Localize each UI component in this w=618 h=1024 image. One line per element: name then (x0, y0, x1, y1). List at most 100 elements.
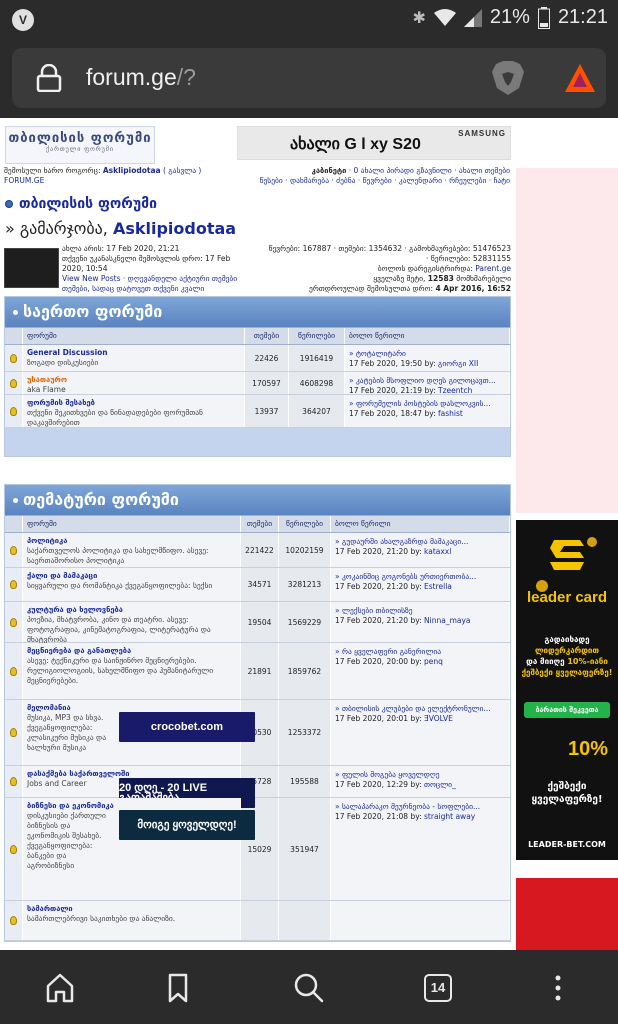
brave-shields-icon[interactable] (491, 60, 525, 96)
bookmark-icon[interactable] (160, 970, 196, 1006)
leader-card-logo-icon (536, 537, 597, 592)
red-ad[interactable] (516, 878, 618, 950)
last-post-cell: » ტოტალიტარი 17 Feb 2020, 19:50 by: გიორგ… (345, 345, 510, 371)
topics-count: 13937 (245, 395, 289, 427)
app-notification-icon: V (12, 9, 34, 31)
your-topics-link[interactable]: თემები, სადაც დატოვეთ თქვენი კვალი (62, 284, 252, 294)
last-post-link[interactable]: » სალაპარაკო მეურნეობა - სოფლები... (335, 802, 505, 812)
welcome-username[interactable]: Asklipiodotaa (113, 219, 236, 238)
section-header[interactable]: თემატური ფორუმი (5, 485, 510, 515)
forum-description: aka Flame (27, 385, 66, 394)
forum-name-link[interactable]: სამართალი (27, 904, 236, 914)
posts-count: 195588 (279, 766, 331, 797)
last-post-date: 17 Feb 2020, 19:50 by: (349, 359, 439, 368)
lock-icon[interactable] (36, 64, 62, 92)
forum-row[interactable]: ბიზნესი და ეკონომიკა დისკუსიები ქართული ბ… (5, 798, 510, 901)
avatar[interactable] (4, 248, 59, 288)
last-post-author[interactable]: გიორგი XII (438, 359, 478, 368)
last-post-link[interactable]: » კატების მსოფლიო დღეს გილოცავთ... (349, 376, 505, 386)
username-link[interactable]: Asklipiodotaa (103, 166, 161, 175)
last-member-label: ბოლოს დარეგისტრირდა: (377, 264, 476, 273)
order-card-button[interactable]: ბარათის შეკვეთა (524, 702, 610, 718)
ad-line2-yellow: 10%-იანი (567, 657, 608, 666)
last-post-author[interactable]: ƎVOLVE (424, 714, 453, 723)
last-post-link[interactable]: » ფორუმელის პოსტების დასლოკვის... (349, 399, 505, 409)
forum-name-link[interactable]: General Discussion (27, 348, 240, 358)
last-post-link[interactable]: » გუდაურში ახალგაზრდა მამაკაცი... (335, 537, 505, 547)
view-new-posts-link[interactable]: View New Posts (62, 274, 121, 283)
inline-ad-banner[interactable]: crocobet.com (119, 712, 255, 742)
topics-count: 170597 (245, 372, 289, 394)
online-count: 12583 (427, 274, 454, 283)
col-spacer (5, 516, 23, 532)
forum-name-link[interactable]: ფორუმის შესახებ (27, 398, 240, 408)
messages-link[interactable]: · 0 ახალი პირადი გზავნილი · ახალი თემები (346, 166, 510, 175)
posts-count (279, 901, 331, 940)
forum-title[interactable]: თბილისის ფორუმი (5, 196, 157, 212)
home-icon[interactable] (42, 970, 78, 1006)
last-post-link[interactable]: » ტოტალიტარი (349, 349, 505, 359)
nav-links[interactable]: წესები · დახმარება · ძებნა · წევრები · კ… (260, 176, 510, 186)
forum-name-link[interactable]: უსათაურო (27, 375, 240, 385)
forum-row[interactable]: პოლიტიკა საქართველოს პოლიტიკა და სახელმწი… (5, 533, 510, 568)
url-text[interactable]: forum.ge/? (86, 64, 196, 91)
forum-logo[interactable]: თბილისის ფორუმი ქართული ფორუმი (5, 126, 155, 164)
forum-row[interactable]: ფორუმის შესახებ თქვენი შეკითხვები და წინა… (5, 395, 510, 428)
last-post-author[interactable]: penq (424, 657, 443, 666)
cabinet-link[interactable]: კაბინეტი (312, 166, 347, 175)
forum-row[interactable]: კულტურა და ხელოვნება პოეზია, მხატვრობა, კ… (5, 602, 510, 644)
forum-row[interactable]: მეცნიერება და განათლება ასევე: ტექნიკური … (5, 643, 510, 700)
forum-row[interactable]: დასაქმება საქართველოში Jobs and Career 20 … (5, 766, 510, 808)
logout-link[interactable]: ( გასვლა ) (163, 166, 201, 175)
last-post-cell: » თბილისის კლუბები და ელექტრონული... 17 F… (331, 700, 510, 765)
last-post-author[interactable]: fashist (438, 409, 463, 418)
last-post-meta: 17 Feb 2020, 21:20 by: Estrella (335, 582, 505, 592)
browser-bottom-bar: 14 (0, 950, 618, 1024)
samsung-banner-ad[interactable]: ახალი G l xy S20 SAMSUNG (237, 126, 511, 160)
last-post-link[interactable]: » ლექსები თბილისზე (335, 606, 505, 616)
section-header[interactable]: საერთო ფორუმი (5, 297, 510, 327)
last-post-author[interactable]: straight away (424, 812, 475, 821)
section-title: თემატური ფორუმი (23, 490, 179, 509)
active-topics-link[interactable]: · დღევანდელი აქტიური თემები (121, 274, 237, 283)
last-post-link[interactable]: » ფულის მოგება ყოველდღე (335, 770, 505, 780)
last-post-author[interactable]: Tzeentch (438, 386, 472, 395)
forum-name-link[interactable]: კულტურა და ხელოვნება (27, 605, 236, 615)
last-post-cell: » ფორუმელის პოსტების დასლოკვის... 17 Feb … (345, 395, 510, 427)
last-post-link[interactable]: » კოკაინშიც გოგონებს ურთიერთობა... (335, 572, 505, 582)
last-post-link[interactable]: » თბილისის კლუბები და ელექტრონული... (335, 704, 505, 714)
menu-icon[interactable] (540, 970, 576, 1006)
forum-name-link[interactable]: ქალი და მამაკაცი (27, 571, 236, 581)
welcome-line: » გამარჯობა, Asklipiodotaa (5, 219, 236, 238)
logged-in-label: შემოსული ხარო როგორც: (4, 166, 101, 175)
info-box: ახლა არის: 17 Feb 2020, 21:21 თქვენი უკა… (4, 242, 511, 296)
last-post-author[interactable]: Estrella (424, 582, 452, 591)
forum-row[interactable]: General Discussion ზოგადი დისკუსიები 22426… (5, 345, 510, 372)
last-post-link[interactable]: » რა ყველაფერი განერილია (335, 647, 505, 657)
forum-cell: General Discussion ზოგადი დისკუსიები (23, 345, 245, 371)
forum-row[interactable]: მელომანია მუსიკა, MP3 და სხვა. ქვეგანყოფი… (5, 700, 510, 766)
address-bar[interactable]: forum.ge/? (12, 48, 606, 108)
last-post-author[interactable]: kataxxl (424, 547, 451, 556)
last-post-author[interactable]: თოცლი_ (424, 780, 456, 789)
search-icon[interactable] (291, 970, 327, 1006)
ad-line3: ქეშბექი ყველაფერზე! (521, 668, 613, 677)
forum-name-link[interactable]: მეცნიერება და განათლება (27, 646, 236, 656)
last-post-meta: 17 Feb 2020, 18:47 by: fashist (349, 409, 505, 419)
last-post-author[interactable]: Ninna_maya (424, 616, 470, 625)
forum-name-link[interactable]: პოლიტიკა (27, 536, 236, 546)
lightbulb-icon (10, 916, 17, 925)
brave-rewards-icon[interactable] (564, 63, 596, 93)
leaderbet-ad[interactable]: leader card გადაიხადე ლიდერკარდით და მიი… (516, 520, 618, 860)
last-member-link[interactable]: Parent.ge (475, 264, 511, 273)
col-topics: თემები (241, 516, 279, 532)
forum-row[interactable]: სამართალი სამართლებრივი საკითხები და ანალ… (5, 901, 510, 941)
ad-site[interactable]: LEADER-BET.COM (516, 840, 618, 849)
wifi-icon (433, 8, 456, 26)
inline-ad-banner[interactable]: მოიგე ყოველდღე! (119, 810, 255, 840)
forum-row[interactable]: უსათაურო aka Flame 170597 4608298» კატების … (5, 372, 510, 395)
forum-row[interactable]: ქალი და მამაკაცი სიყვარული და რომანტიკა ქ… (5, 568, 510, 602)
posts-count: 351947 (279, 798, 331, 900)
last-post-date: 17 Feb 2020, 21:08 by: (335, 812, 425, 821)
tabs-button[interactable]: 14 (420, 970, 456, 1006)
